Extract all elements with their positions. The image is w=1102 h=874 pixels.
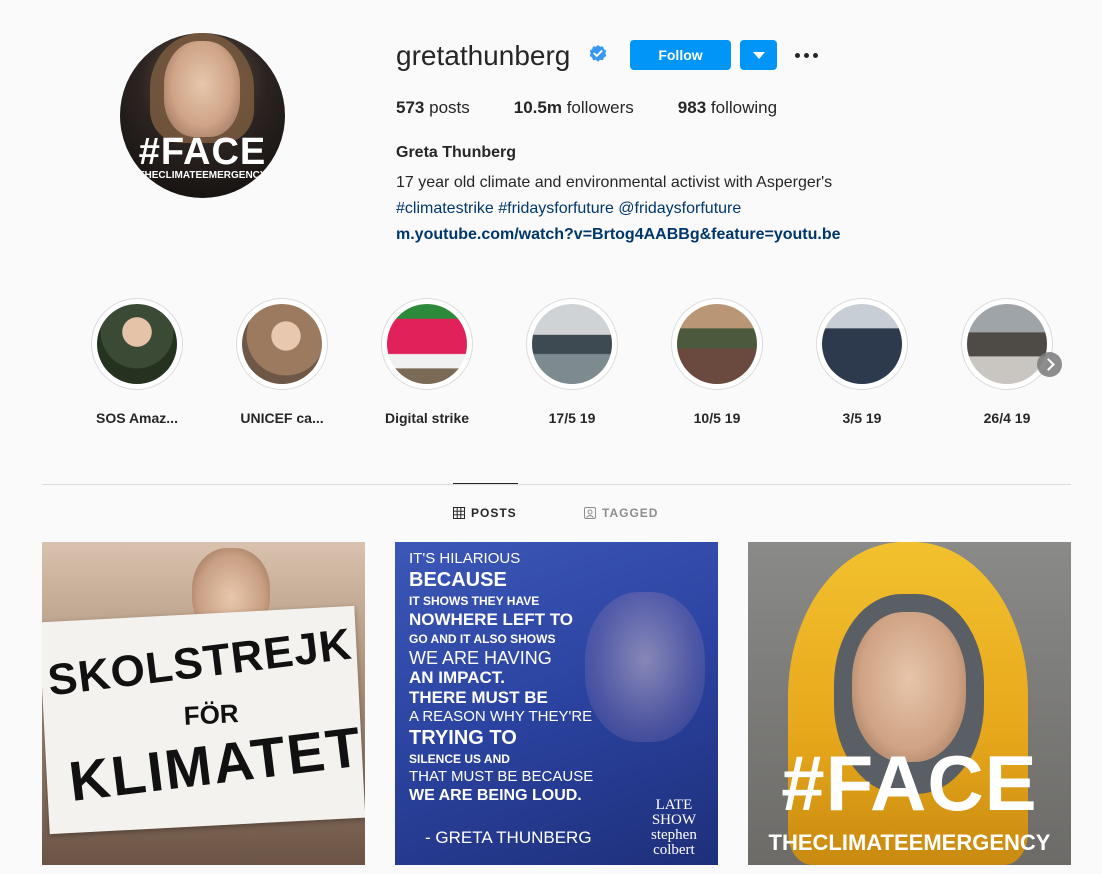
logo-line: colbert bbox=[653, 842, 695, 858]
profile-bio: 17 year old climate and environmental ac… bbox=[396, 170, 841, 248]
posts-label: posts bbox=[429, 98, 470, 117]
post-overlay-small: THECLIMATEEMERGENCY bbox=[768, 830, 1051, 855]
quote-line: TRYING TO bbox=[409, 727, 517, 749]
followers-stat[interactable]: 10.5m followers bbox=[514, 98, 634, 118]
post-overlay-big: #FACE bbox=[781, 739, 1038, 827]
quote-line: NOWHERE LEFT TO bbox=[409, 610, 574, 629]
protest-sign: SKOLSTREJK FÖR KLIMATET bbox=[42, 605, 365, 835]
late-show-logo: LATE SHOW stephen colbert bbox=[651, 798, 697, 858]
highlight-thumbnail bbox=[532, 304, 612, 384]
highlight-ring bbox=[236, 298, 328, 390]
quote-line: AN IMPACT. bbox=[409, 668, 506, 687]
highlight-item[interactable]: SOS Amaz... bbox=[72, 298, 202, 426]
grid-icon bbox=[453, 507, 465, 519]
quote-text: IT'S HILARIOUS BECAUSE IT SHOWS THEY HAV… bbox=[409, 550, 709, 805]
profile-full-name: Greta Thunberg bbox=[396, 144, 517, 161]
caret-down-icon bbox=[752, 51, 765, 59]
quote-line: GO AND IT ALSO SHOWS bbox=[409, 632, 556, 646]
follow-button[interactable]: Follow bbox=[630, 40, 731, 70]
profile-avatar[interactable]: #FACE THECLIMATEEMERGENCY bbox=[120, 33, 285, 198]
post-thumbnail[interactable]: #FACE THECLIMATEEMERGENCY bbox=[748, 542, 1071, 865]
quote-author: - GRETA THUNBERG bbox=[425, 828, 592, 847]
tabs-divider bbox=[42, 484, 1071, 485]
post-thumbnail[interactable]: IT'S HILARIOUS BECAUSE IT SHOWS THEY HAV… bbox=[395, 542, 718, 865]
quote-line: BECAUSE bbox=[409, 569, 507, 591]
profile-stats: 573 posts 10.5m followers 983 following bbox=[396, 98, 821, 118]
highlight-thumbnail bbox=[242, 304, 322, 384]
followers-label: followers bbox=[566, 98, 634, 117]
following-count: 983 bbox=[677, 98, 707, 117]
highlight-item[interactable]: Digital strike bbox=[362, 298, 492, 426]
highlight-label: UNICEF ca... bbox=[240, 410, 324, 426]
highlight-thumbnail bbox=[967, 304, 1047, 384]
highlight-item[interactable]: 10/5 19 bbox=[652, 298, 782, 426]
quote-line: IT'S HILARIOUS bbox=[409, 550, 521, 567]
highlight-thumbnail bbox=[387, 304, 467, 384]
logo-line: LATE bbox=[655, 797, 693, 813]
tab-tagged[interactable]: TAGGED bbox=[584, 506, 658, 520]
more-dot bbox=[812, 52, 818, 58]
highlight-label: 10/5 19 bbox=[693, 410, 741, 426]
verified-badge-icon bbox=[589, 45, 607, 62]
highlight-label: Digital strike bbox=[384, 410, 470, 426]
highlight-ring bbox=[961, 298, 1053, 390]
bio-hashtags[interactable]: #climatestrike #fridaysforfuture @friday… bbox=[396, 196, 841, 222]
profile-username: gretathunberg bbox=[396, 40, 571, 71]
chevron-right-icon bbox=[1041, 358, 1055, 371]
highlight-thumbnail bbox=[677, 304, 757, 384]
highlight-label: 3/5 19 bbox=[842, 410, 882, 426]
avatar-face bbox=[164, 41, 240, 137]
quote-line: THERE MUST BE bbox=[409, 688, 548, 707]
avatar-text-small: THECLIMATEEMERGENCY bbox=[138, 170, 267, 181]
highlights-next-button[interactable] bbox=[1037, 352, 1062, 377]
highlight-thumbnail bbox=[97, 304, 177, 384]
highlight-item[interactable]: 3/5 19 bbox=[797, 298, 927, 426]
post-thumbnail[interactable]: SKOLSTREJK FÖR KLIMATET bbox=[42, 542, 365, 865]
sign-line-2: FÖR bbox=[182, 698, 240, 731]
highlight-label: 17/5 19 bbox=[548, 410, 596, 426]
following-label: following bbox=[710, 98, 778, 117]
highlight-item[interactable]: 17/5 19 bbox=[507, 298, 637, 426]
logo-line: stephen bbox=[651, 827, 697, 843]
tab-posts-label: POSTS bbox=[471, 506, 517, 520]
following-stat[interactable]: 983 following bbox=[678, 98, 777, 118]
posts-stat: 573 posts bbox=[396, 98, 470, 118]
active-tab-indicator bbox=[453, 483, 518, 484]
sign-line-1: SKOLSTREJK bbox=[45, 619, 355, 706]
highlight-item[interactable]: UNICEF ca... bbox=[217, 298, 347, 426]
highlight-ring bbox=[816, 298, 908, 390]
quote-line: THAT MUST BE BECAUSE bbox=[409, 768, 594, 785]
quote-line: SILENCE US AND bbox=[409, 752, 510, 766]
highlight-label: 26/4 19 bbox=[983, 410, 1031, 426]
tagged-user-icon bbox=[584, 507, 596, 519]
more-dot bbox=[803, 52, 809, 58]
bio-link[interactable]: m.youtube.com/watch?v=Brtog4AABBg&featur… bbox=[396, 222, 841, 248]
highlight-thumbnail bbox=[822, 304, 902, 384]
posts-count: 573 bbox=[396, 98, 425, 117]
quote-line: IT SHOWS THEY HAVE bbox=[409, 594, 540, 608]
more-options-button[interactable] bbox=[792, 44, 820, 66]
highlight-label: SOS Amaz... bbox=[96, 410, 178, 426]
highlight-ring bbox=[526, 298, 618, 390]
highlight-ring bbox=[671, 298, 763, 390]
followers-count: 10.5m bbox=[513, 98, 562, 117]
suggested-dropdown-button[interactable] bbox=[740, 40, 777, 70]
avatar-text-big: #FACE bbox=[138, 131, 267, 173]
more-dots-icon bbox=[794, 52, 800, 58]
quote-line: WE ARE HAVING bbox=[409, 648, 552, 668]
quote-line: A REASON WHY THEY'RE bbox=[409, 708, 593, 725]
bio-text: 17 year old climate and environmental ac… bbox=[396, 174, 833, 191]
logo-line: SHOW bbox=[651, 812, 696, 828]
tab-tagged-label: TAGGED bbox=[602, 506, 659, 520]
highlight-ring bbox=[91, 298, 183, 390]
highlight-ring bbox=[381, 298, 473, 390]
tab-posts[interactable]: POSTS bbox=[453, 506, 517, 520]
